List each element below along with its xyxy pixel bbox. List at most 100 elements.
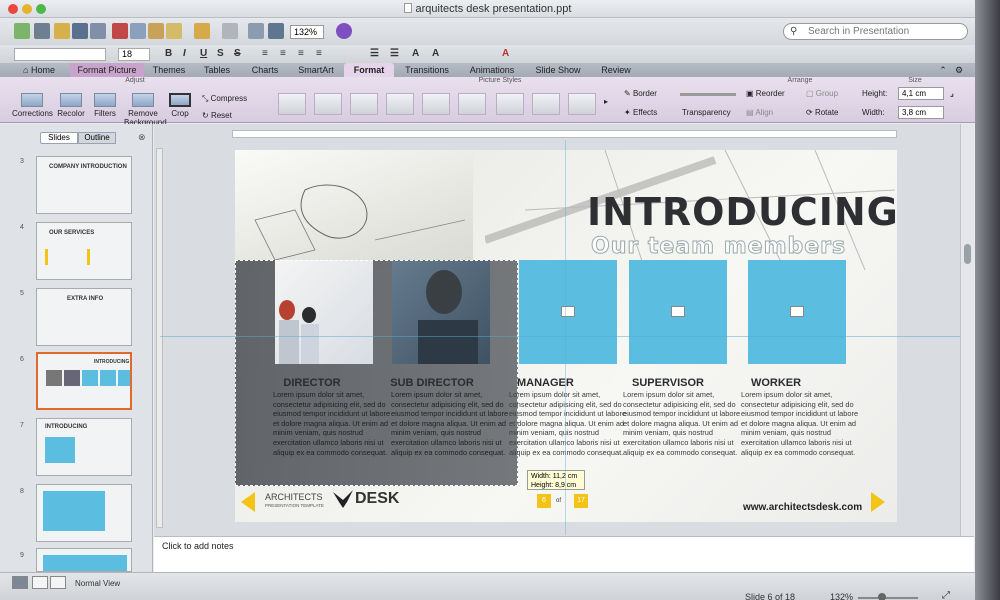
- tab-outline[interactable]: Outline: [78, 132, 116, 144]
- slide-thumbnail-8[interactable]: [36, 484, 132, 542]
- director-description[interactable]: Lorem ipsum dolor sit amet, consectetur …: [273, 390, 391, 457]
- group-button[interactable]: ▢ Group: [806, 89, 838, 98]
- undo-icon[interactable]: [194, 23, 210, 39]
- picture-style-2[interactable]: [314, 93, 342, 115]
- manager-description[interactable]: Lorem ipsum dolor sit amet, consectetur …: [509, 390, 627, 457]
- new-presentation-icon[interactable]: [14, 23, 30, 39]
- tab-smartart[interactable]: SmartArt: [290, 63, 342, 77]
- underline-icon[interactable]: U: [200, 48, 207, 59]
- notes-placeholder[interactable]: Click to add notes: [162, 541, 234, 551]
- tab-slides[interactable]: Slides: [40, 132, 78, 144]
- slide-sorter-icon[interactable]: [32, 576, 48, 589]
- tab-format[interactable]: Format: [344, 63, 394, 77]
- slide-title[interactable]: INTRODUCING: [587, 190, 897, 234]
- align-button[interactable]: ▤ Align: [746, 108, 773, 117]
- align-left-icon[interactable]: ≡: [262, 48, 268, 59]
- notes-pane[interactable]: Click to add notes: [154, 536, 974, 572]
- supervisor-description[interactable]: Lorem ipsum dolor sit amet, consectetur …: [623, 390, 741, 457]
- shadow-icon[interactable]: S: [217, 48, 224, 59]
- height-input[interactable]: 4,1 cm: [898, 87, 944, 100]
- slide-thumbnail-6-selected[interactable]: INTRODUCING: [36, 352, 132, 410]
- effects-button[interactable]: ✦ Effects: [624, 108, 657, 117]
- fit-to-window-icon[interactable]: ⤢: [942, 590, 950, 600]
- tab-home[interactable]: ⌂ Home: [10, 63, 68, 77]
- picture-style-9[interactable]: [568, 93, 596, 115]
- styles-more-icon[interactable]: ▸: [604, 97, 608, 106]
- increase-font-icon[interactable]: A: [412, 48, 419, 59]
- recolor-button[interactable]: Recolor: [54, 93, 88, 118]
- picture-style-5[interactable]: [422, 93, 450, 115]
- tab-review[interactable]: Review: [592, 63, 640, 77]
- picture-style-8[interactable]: [532, 93, 560, 115]
- picture-style-6[interactable]: [458, 93, 486, 115]
- border-button[interactable]: ✎ Border: [624, 89, 657, 98]
- insert-table-icon[interactable]: [248, 23, 264, 39]
- tab-tables[interactable]: Tables: [194, 63, 240, 77]
- scrollbar-thumb[interactable]: [964, 244, 971, 264]
- search-input[interactable]: [808, 25, 963, 38]
- format-painter-icon[interactable]: [166, 23, 182, 39]
- help-icon[interactable]: [336, 23, 352, 39]
- tab-transitions[interactable]: Transitions: [396, 63, 458, 77]
- slide-thumbnail-5[interactable]: EXTRA INFO: [36, 288, 132, 346]
- website-url[interactable]: www.architectsdesk.com: [743, 502, 862, 513]
- crop-corner-icon[interactable]: ⌟: [950, 89, 954, 98]
- strikethrough-icon[interactable]: S: [234, 48, 241, 59]
- slide-thumbnail-3[interactable]: COMPANY INTRODUCTION: [36, 156, 132, 214]
- picture-style-1[interactable]: [278, 93, 306, 115]
- transparency-slider[interactable]: [680, 93, 736, 96]
- font-name-select[interactable]: [14, 48, 106, 61]
- font-color-icon[interactable]: A: [502, 48, 509, 59]
- role-manager[interactable]: MANAGER: [517, 377, 577, 389]
- paste-icon[interactable]: [148, 23, 164, 39]
- copy-icon[interactable]: [130, 23, 146, 39]
- align-right-icon[interactable]: ≡: [298, 48, 304, 59]
- numbering-icon[interactable]: ☰: [390, 48, 399, 59]
- slide-thumbnail-9[interactable]: [36, 548, 132, 572]
- templates-icon[interactable]: [34, 23, 50, 39]
- vertical-ruler[interactable]: [156, 148, 163, 528]
- vertical-scrollbar[interactable]: [960, 124, 974, 536]
- zoom-select[interactable]: 132%: [290, 25, 324, 39]
- save-icon[interactable]: [72, 23, 88, 39]
- collapse-ribbon-icon[interactable]: ⌃: [936, 63, 950, 77]
- justify-icon[interactable]: ≡: [316, 48, 322, 59]
- picture-style-4[interactable]: [386, 93, 414, 115]
- prev-arrow-icon[interactable]: [241, 492, 255, 512]
- normal-view-icon[interactable]: [12, 576, 28, 589]
- ribbon-options-icon[interactable]: ⚙: [952, 63, 966, 77]
- width-input[interactable]: 3,8 cm: [898, 106, 944, 119]
- font-size-select[interactable]: 18: [118, 48, 150, 61]
- bullets-icon[interactable]: ☰: [370, 48, 379, 59]
- role-sub-director[interactable]: SUB DIRECTOR: [373, 377, 491, 389]
- decrease-font-icon[interactable]: A: [432, 48, 439, 59]
- photo-placeholder-supervisor[interactable]: [629, 260, 727, 364]
- italic-icon[interactable]: I: [183, 48, 186, 59]
- filters-button[interactable]: Filters: [90, 93, 120, 118]
- worker-description[interactable]: Lorem ipsum dolor sit amet, consectetur …: [741, 390, 859, 457]
- slide-thumbnail-7[interactable]: INTRODUCING: [36, 418, 132, 476]
- search-box[interactable]: ⚲: [783, 23, 968, 40]
- zoom-slider-knob[interactable]: [878, 593, 886, 600]
- picture-style-3[interactable]: [350, 93, 378, 115]
- photo-placeholder-manager[interactable]: [519, 260, 617, 364]
- slide-thumbnail-4[interactable]: OUR SERVICES: [36, 222, 132, 280]
- slide-subtitle[interactable]: Our team members: [590, 234, 846, 260]
- remove-background-button[interactable]: Remove Background: [124, 93, 167, 127]
- role-supervisor[interactable]: SUPERVISOR: [609, 377, 727, 389]
- photo-placeholder-worker[interactable]: [748, 260, 846, 364]
- align-center-icon[interactable]: ≡: [280, 48, 286, 59]
- tab-animations[interactable]: Animations: [460, 63, 524, 77]
- redo-icon[interactable]: [222, 23, 238, 39]
- picture-style-7[interactable]: [496, 93, 524, 115]
- rotate-button[interactable]: ⟳ Rotate: [806, 108, 839, 117]
- tab-slide-show[interactable]: Slide Show: [526, 63, 590, 77]
- sub-director-description[interactable]: Lorem ipsum dolor sit amet, consectetur …: [391, 390, 509, 457]
- next-arrow-icon[interactable]: [871, 492, 885, 512]
- role-worker[interactable]: WORKER: [717, 377, 835, 389]
- bold-icon[interactable]: B: [165, 48, 172, 59]
- print-icon[interactable]: [90, 23, 106, 39]
- zoom-slider[interactable]: [858, 597, 918, 599]
- close-panel-icon[interactable]: ⊗: [138, 132, 146, 143]
- reorder-button[interactable]: ▣ Reorder: [746, 89, 785, 98]
